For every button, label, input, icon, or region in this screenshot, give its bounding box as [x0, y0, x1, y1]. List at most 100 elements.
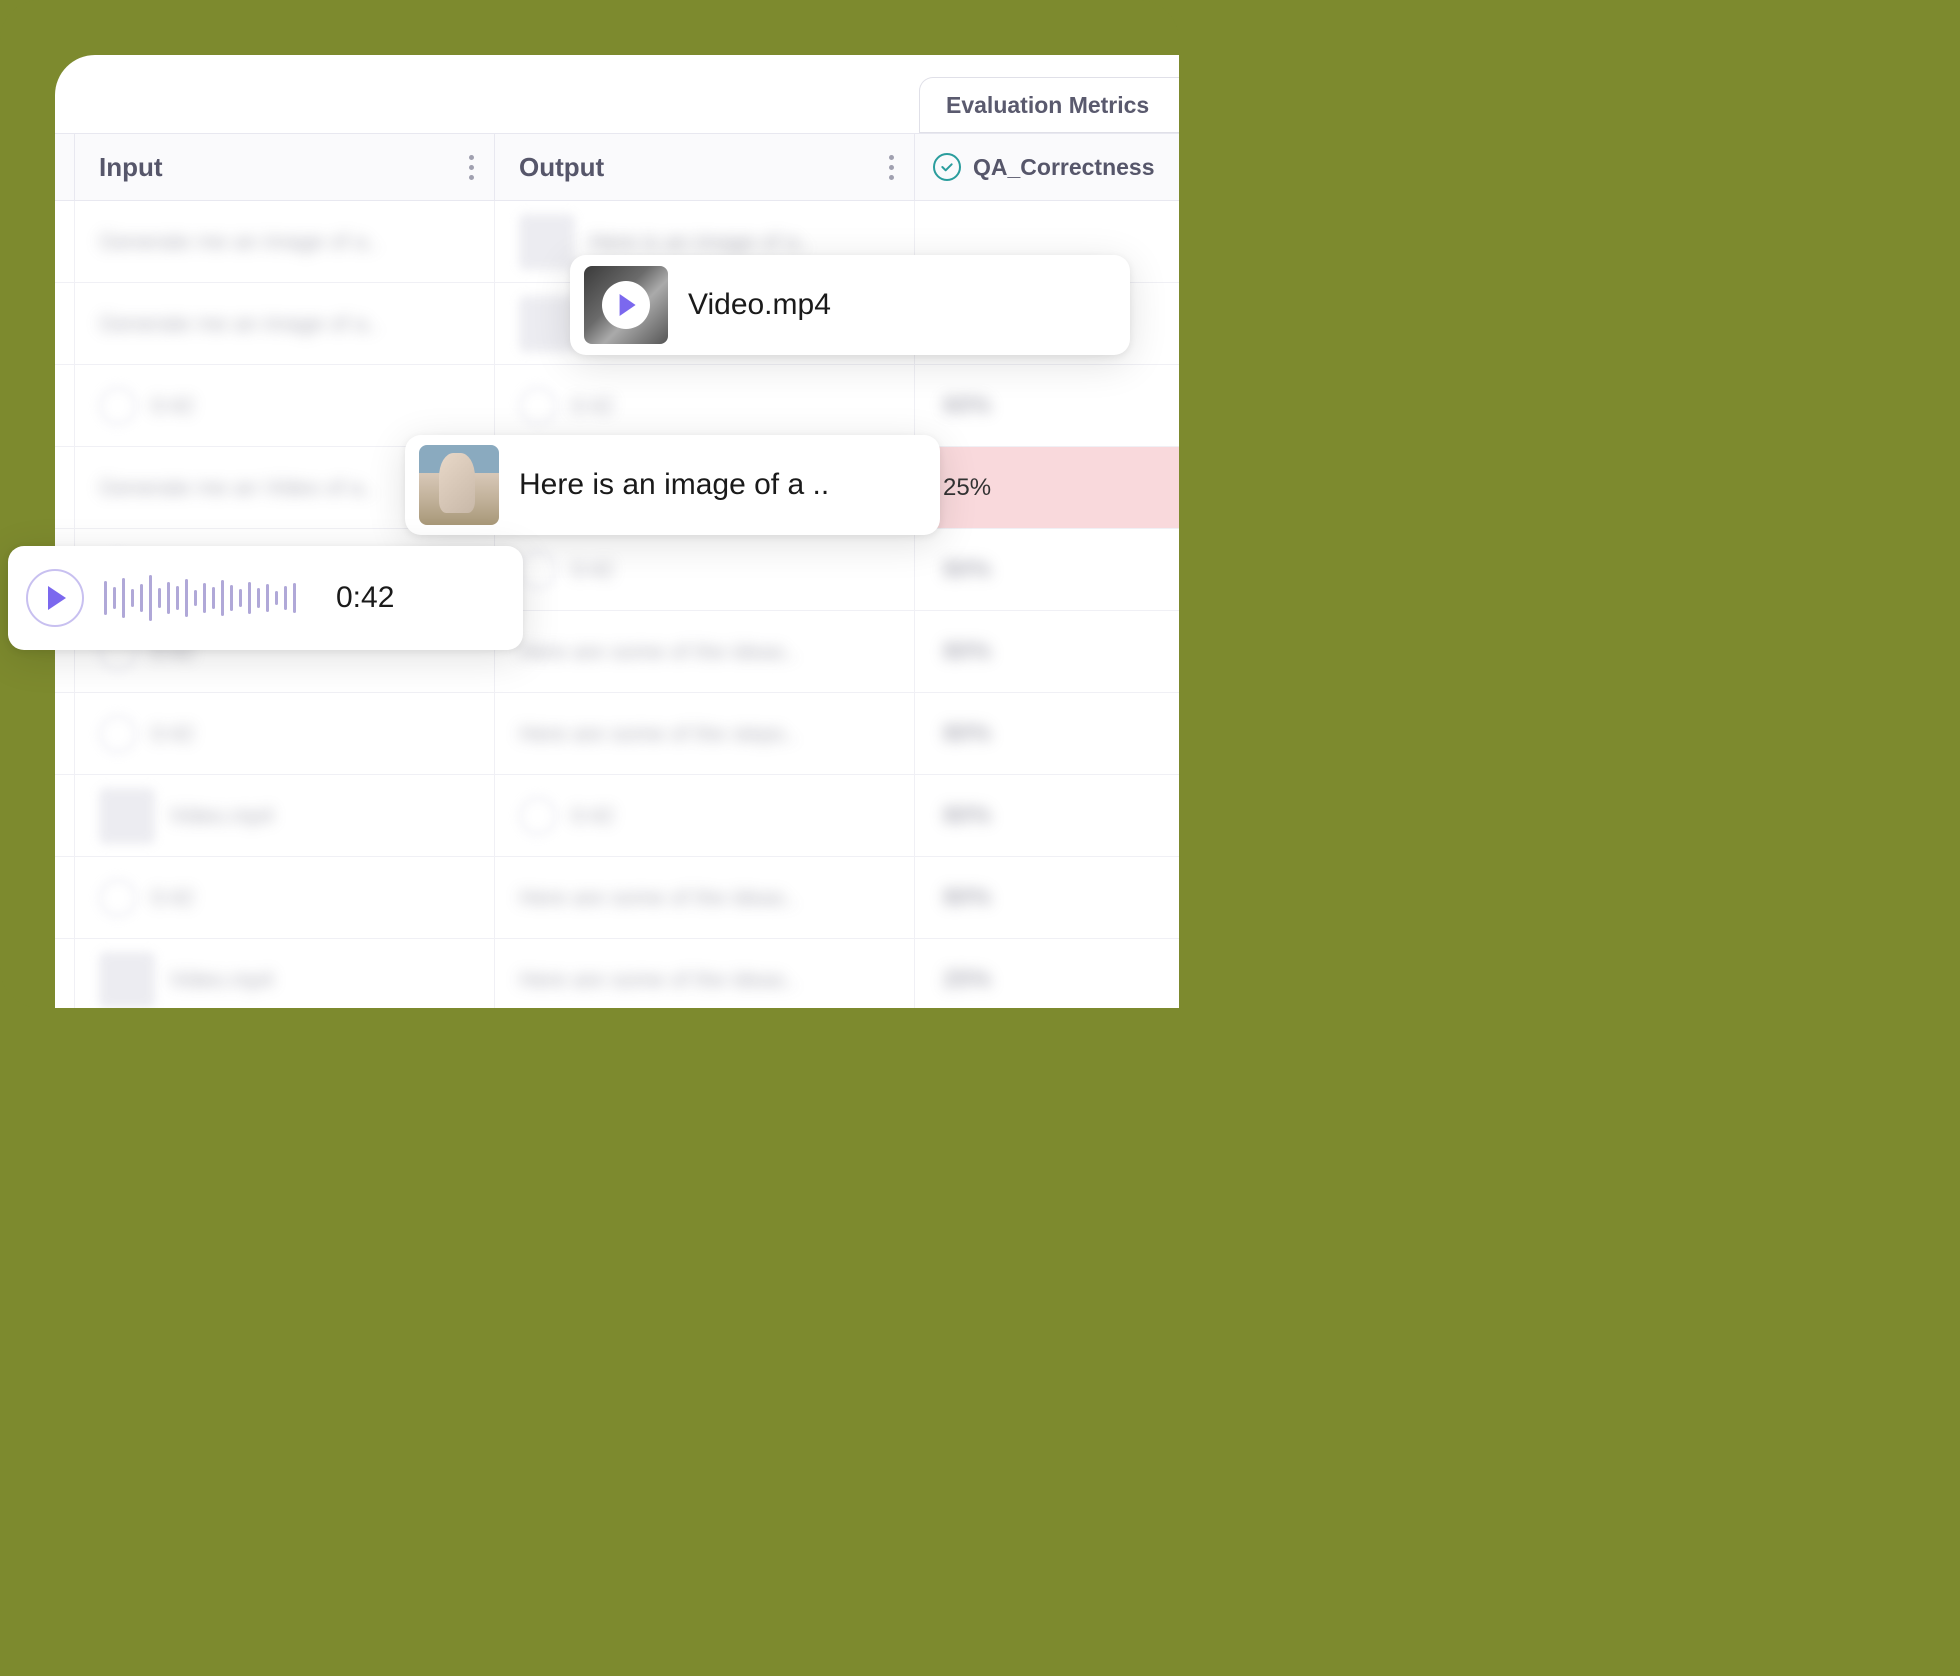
output-cell[interactable]: 0:42: [495, 775, 915, 856]
output-thumb-icon: [519, 296, 575, 352]
waveform-bar: [239, 589, 242, 607]
audio-waveform[interactable]: [104, 573, 296, 623]
more-icon[interactable]: [469, 155, 474, 180]
input-text: Generate me an Video of a..: [99, 475, 375, 501]
input-text: Video.mp4: [169, 967, 274, 993]
row-gutter: [55, 201, 75, 282]
input-cell[interactable]: Generate me an image of a..: [75, 283, 495, 364]
input-cell[interactable]: Video.mp4: [75, 939, 495, 1008]
image-thumbnail[interactable]: [419, 445, 499, 525]
play-icon: [519, 387, 557, 425]
metric-value: 80%: [943, 638, 991, 666]
waveform-bar: [158, 588, 161, 608]
play-icon: [48, 586, 66, 610]
output-cell[interactable]: Here are some of the ideas..: [495, 611, 915, 692]
metric-value: 80%: [943, 720, 991, 748]
metric-value: 80%: [943, 556, 991, 584]
play-icon: [620, 294, 636, 316]
waveform-bar: [176, 586, 179, 610]
waveform-bar: [284, 586, 287, 610]
audio-duration: 0:42: [336, 581, 394, 615]
waveform-bar: [221, 580, 224, 616]
evaluation-metrics-header: Evaluation Metrics: [919, 77, 1179, 133]
metric-cell[interactable]: 80%: [915, 611, 1179, 692]
play-icon: [519, 551, 557, 589]
metric-value: 25%: [943, 474, 991, 502]
output-cell[interactable]: Here are some of the steps..: [495, 693, 915, 774]
input-cell[interactable]: Video.mp4: [75, 775, 495, 856]
output-text: 0:42: [571, 803, 614, 829]
play-icon: [99, 387, 137, 425]
video-thumbnail[interactable]: [584, 266, 668, 344]
column-header-metric[interactable]: QA_Correctness: [915, 134, 1179, 200]
play-icon: [99, 715, 137, 753]
waveform-bar: [275, 591, 278, 605]
check-icon: [933, 153, 961, 181]
column-header-output[interactable]: Output: [495, 134, 915, 200]
output-text: Here are some of the steps..: [519, 721, 797, 747]
metric-cell[interactable]: 25%: [915, 939, 1179, 1008]
play-icon: [519, 797, 557, 835]
metric-cell[interactable]: 80%: [915, 529, 1179, 610]
output-cell[interactable]: Here are some of the ideas..: [495, 939, 915, 1008]
waveform-bar: [266, 584, 269, 612]
metric-cell[interactable]: 80%: [915, 693, 1179, 774]
output-text: 0:42: [571, 557, 614, 583]
metric-cell[interactable]: 80%: [915, 775, 1179, 856]
play-button[interactable]: [26, 569, 84, 627]
more-icon[interactable]: [889, 155, 894, 180]
input-cell[interactable]: 0:42: [75, 857, 495, 938]
row-gutter: [55, 775, 75, 856]
waveform-bar: [113, 587, 116, 609]
app-background: Evaluation Metrics Input Output QA_Corre…: [0, 0, 1179, 1008]
input-cell[interactable]: 0:42: [75, 693, 495, 774]
output-cell[interactable]: 0:42: [495, 529, 915, 610]
image-preview-card[interactable]: Here is an image of a ..: [405, 435, 940, 535]
video-thumb-icon: [99, 952, 155, 1008]
row-gutter: [55, 693, 75, 774]
table-row[interactable]: 0:42 Here are some of the ideas.. 80%: [55, 857, 1179, 939]
metric-cell[interactable]: 80%: [915, 857, 1179, 938]
video-preview-card[interactable]: Video.mp4: [570, 255, 1130, 355]
input-text: 0:42: [151, 885, 194, 911]
metric-cell[interactable]: 60%: [915, 365, 1179, 446]
input-cell[interactable]: 0:42: [75, 365, 495, 446]
waveform-bar: [122, 578, 125, 618]
column-header-input[interactable]: Input: [75, 134, 495, 200]
audio-preview-card[interactable]: 0:42: [8, 546, 523, 650]
table-row[interactable]: 0:42 Here are some of the steps.. 80%: [55, 693, 1179, 775]
output-text: Here are some of the ideas..: [519, 967, 797, 993]
table-row[interactable]: Video.mp4 0:42 80%: [55, 775, 1179, 857]
video-thumb-icon: [99, 788, 155, 844]
row-gutter: [55, 283, 75, 364]
waveform-bar: [131, 589, 134, 607]
input-text: Generate me an image of a..: [99, 311, 379, 337]
table-row[interactable]: Video.mp4 Here are some of the ideas.. 25%: [55, 939, 1179, 1008]
waveform-bar: [203, 583, 206, 613]
metric-value: 25%: [943, 966, 991, 994]
waveform-bar: [248, 582, 251, 614]
table-header-row: Input Output QA_Correctness: [55, 133, 1179, 201]
input-text: 0:42: [151, 393, 194, 419]
play-icon: [99, 879, 137, 917]
waveform-bar: [104, 581, 107, 615]
waveform-bar: [293, 583, 296, 613]
metric-cell[interactable]: 25%: [915, 447, 1179, 528]
metric-value: 80%: [943, 884, 991, 912]
main-panel: Evaluation Metrics Input Output QA_Corre…: [55, 55, 1179, 1008]
waveform-bar: [194, 590, 197, 606]
input-cell[interactable]: Generate me an image of a..: [75, 201, 495, 282]
row-gutter: [55, 857, 75, 938]
waveform-bar: [167, 582, 170, 614]
output-cell[interactable]: Here are some of the ideas..: [495, 857, 915, 938]
input-text: Video.mp4: [169, 803, 274, 829]
output-text: 0:42: [571, 393, 614, 419]
input-text: Generate me an image of a..: [99, 229, 379, 255]
output-cell[interactable]: 0:42: [495, 365, 915, 446]
output-text: Here are some of the ideas..: [519, 639, 797, 665]
output-column-label: Output: [519, 152, 604, 183]
output-thumb-icon: [519, 214, 575, 270]
metric-value: 60%: [943, 392, 991, 420]
waveform-bar: [230, 585, 233, 611]
evaluation-metrics-label: Evaluation Metrics: [946, 92, 1149, 119]
